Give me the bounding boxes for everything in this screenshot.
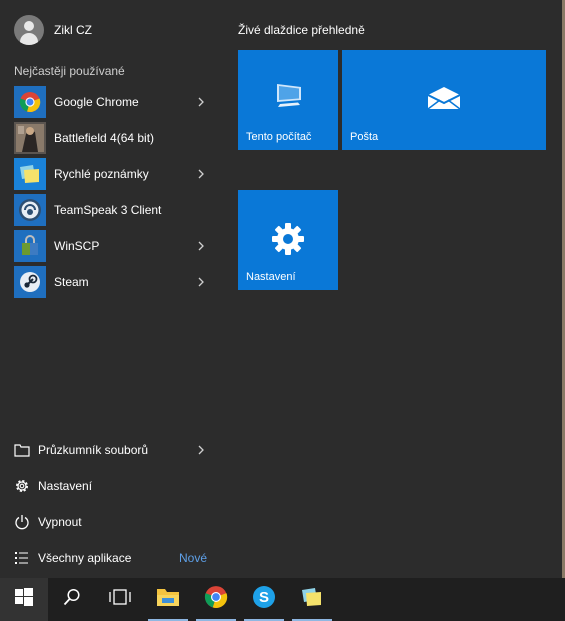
tile-label: Nastavení: [246, 271, 296, 283]
chevron-right-icon[interactable]: [194, 443, 208, 457]
app-label: WinSCP: [54, 239, 100, 253]
taskbar-file-explorer[interactable]: [144, 578, 192, 621]
most-used-list: Google Chrome Battlefield 4(64 bit) Rych…: [0, 84, 222, 300]
windows-start-icon: [15, 588, 33, 611]
app-label: TeamSpeak 3 Client: [54, 203, 162, 217]
app-item-teamspeak[interactable]: TeamSpeak 3 Client: [0, 192, 222, 228]
computer-icon: [274, 82, 304, 113]
app-item-sticky-notes[interactable]: Rychlé poznámky: [0, 156, 222, 192]
start-bottom-list: Průzkumník souborů Nastavení Vypnout Vše…: [0, 432, 222, 576]
task-view-button[interactable]: [96, 578, 144, 621]
tile-label: Pošta: [350, 131, 379, 143]
chevron-right-icon[interactable]: [194, 95, 208, 109]
taskbar: S: [0, 578, 565, 621]
teamspeak-icon: [14, 194, 46, 226]
all-apps-item[interactable]: Všechny aplikace Nové: [0, 540, 222, 576]
file-explorer-item[interactable]: Průzkumník souborů: [0, 432, 222, 468]
taskbar-sticky-notes[interactable]: [288, 578, 336, 621]
chevron-right-icon[interactable]: [194, 167, 208, 181]
power-item[interactable]: Vypnout: [0, 504, 222, 540]
gear-icon: [14, 478, 30, 494]
chrome-icon: [14, 86, 46, 118]
svg-text:S: S: [259, 589, 269, 606]
settings-label: Nastavení: [38, 479, 93, 493]
user-name: Zikl CZ: [54, 23, 92, 37]
app-label: Google Chrome: [54, 95, 139, 109]
start-left-column: Zikl CZ Nejčastěji používané Google Chro…: [0, 0, 222, 578]
task-view-icon: [109, 588, 131, 611]
power-icon: [14, 514, 30, 530]
list-icon: [14, 550, 30, 566]
app-label: Steam: [54, 275, 89, 289]
chevron-right-icon[interactable]: [194, 239, 208, 253]
user-account[interactable]: Zikl CZ: [0, 12, 222, 48]
skype-icon: S: [252, 585, 276, 614]
app-item-battlefield[interactable]: Battlefield 4(64 bit): [0, 120, 222, 156]
search-icon: [63, 588, 81, 611]
new-badge: Nové: [178, 551, 207, 565]
settings-item[interactable]: Nastavení: [0, 468, 222, 504]
chrome-icon: [204, 585, 228, 614]
battlefield-icon: [14, 122, 46, 154]
power-label: Vypnout: [38, 515, 82, 529]
tile-this-pc[interactable]: Tento počítač: [238, 50, 338, 150]
tiles-group-header[interactable]: Živé dlaždice přehledně: [238, 23, 365, 37]
app-item-winscp[interactable]: WinSCP: [0, 228, 222, 264]
gear-icon: [271, 222, 305, 261]
taskbar-chrome[interactable]: [192, 578, 240, 621]
app-item-steam[interactable]: Steam: [0, 264, 222, 300]
taskbar-skype[interactable]: S: [240, 578, 288, 621]
most-used-label: Nejčastěji používané: [14, 64, 125, 78]
folder-icon: [14, 442, 30, 458]
user-avatar-icon: [14, 15, 44, 45]
steam-icon: [14, 266, 46, 298]
start-menu: Zikl CZ Nejčastěji používané Google Chro…: [0, 0, 562, 578]
start-button[interactable]: [0, 578, 48, 621]
app-label: Battlefield 4(64 bit): [54, 131, 155, 145]
all-apps-label: Všechny aplikace: [38, 551, 132, 565]
tile-settings[interactable]: Nastavení: [238, 190, 338, 290]
app-item-chrome[interactable]: Google Chrome: [0, 84, 222, 120]
file-explorer-icon: [156, 587, 180, 612]
app-label: Rychlé poznámky: [54, 167, 149, 181]
sticky-notes-icon: [299, 586, 325, 613]
file-explorer-label: Průzkumník souborů: [38, 443, 149, 457]
chevron-right-icon[interactable]: [194, 275, 208, 289]
tile-mail[interactable]: Pošta: [342, 50, 546, 150]
mail-icon: [427, 86, 461, 115]
tile-label: Tento počítač: [246, 131, 312, 143]
winscp-icon: [14, 230, 46, 262]
sticky-notes-icon: [14, 158, 46, 190]
search-button[interactable]: [48, 578, 96, 621]
